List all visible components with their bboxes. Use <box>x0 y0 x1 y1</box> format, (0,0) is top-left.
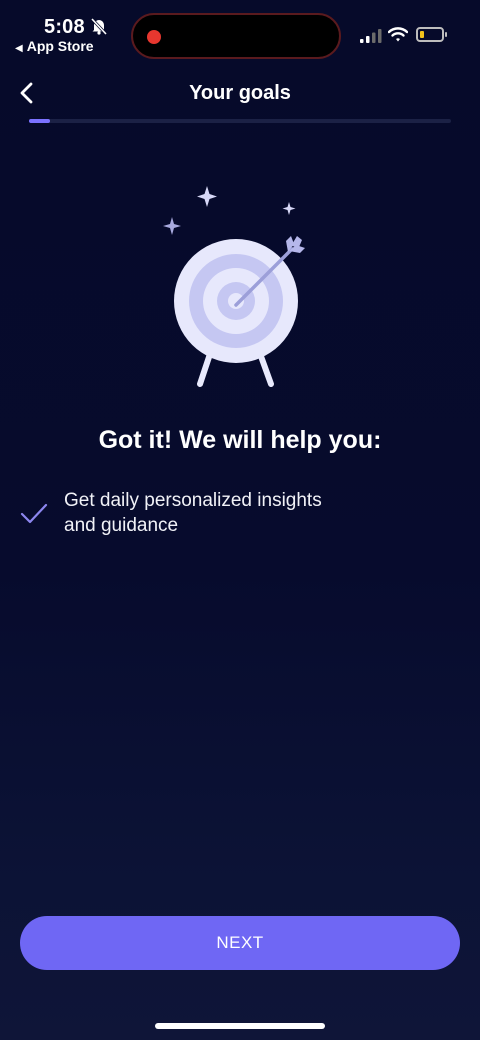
dynamic-island <box>131 13 341 59</box>
home-indicator[interactable] <box>155 1023 325 1029</box>
battery-icon <box>416 27 444 42</box>
back-to-app-store[interactable]: ◀ App Store <box>15 38 94 54</box>
benefit-text-line: and guidance <box>64 515 179 536</box>
benefit-text-line: Get daily personalized insights <box>64 490 322 511</box>
page-title: Your goals <box>189 82 291 104</box>
sparkle-icon <box>163 217 181 235</box>
status-time: 5:08 <box>44 16 85 38</box>
progress-fill <box>29 119 51 123</box>
progress-bar <box>29 119 451 123</box>
wifi-icon <box>388 27 408 42</box>
navigation-bar: Your goals <box>0 72 480 114</box>
status-bar: 5:08 ◀ App Store <box>0 0 480 66</box>
checkmark-icon <box>20 503 48 524</box>
back-triangle-icon: ◀ <box>15 43 23 54</box>
target-with-arrow-icon <box>163 186 305 387</box>
back-app-label: App Store <box>26 38 94 54</box>
bell-slash-icon <box>90 17 108 35</box>
sparkle-icon <box>197 186 217 207</box>
battery-fill <box>420 31 424 38</box>
battery-tip <box>445 32 447 37</box>
headline: Got it! We will help you: <box>98 426 382 454</box>
benefit-text: Get daily personalized insights and guid… <box>64 488 394 538</box>
sparkle-icon <box>282 202 296 215</box>
next-button[interactable]: NEXT <box>20 916 460 970</box>
record-dot-icon <box>147 30 161 44</box>
signal-icon <box>360 29 382 43</box>
